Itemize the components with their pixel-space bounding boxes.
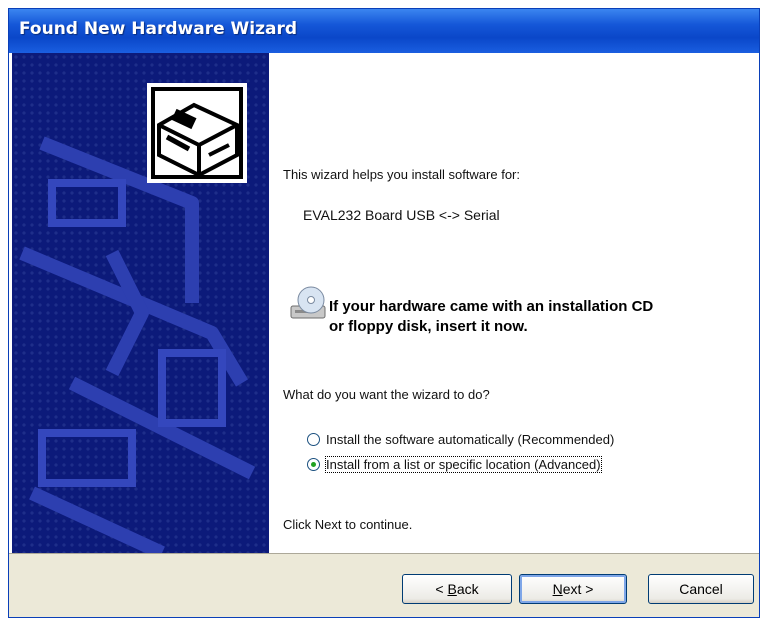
back-button-rest: ack bbox=[456, 581, 479, 597]
option-label-automatic[interactable]: Install the software automatically (Reco… bbox=[326, 432, 614, 447]
wizard-footer: < Back Next > Cancel bbox=[9, 553, 759, 617]
device-name: EVAL232 Board USB <-> Serial bbox=[303, 207, 500, 223]
question-text: What do you want the wizard to do? bbox=[283, 387, 490, 402]
radio-install-from-list[interactable] bbox=[307, 458, 320, 471]
window-title: Found New Hardware Wizard bbox=[19, 19, 298, 39]
cd-drive-icon bbox=[289, 284, 329, 324]
title-bar[interactable]: Found New Hardware Wizard bbox=[9, 9, 759, 53]
option-install-automatically[interactable]: Install the software automatically (Reco… bbox=[307, 432, 614, 447]
hardware-install-icon bbox=[147, 83, 247, 183]
back-button-accel: B bbox=[447, 581, 457, 597]
next-button-rest: ext > bbox=[562, 581, 594, 597]
back-button[interactable]: < Back bbox=[402, 574, 512, 604]
option-install-from-list[interactable]: Install from a list or specific location… bbox=[307, 456, 602, 473]
wizard-content: This wizard helps you install software f… bbox=[277, 53, 759, 553]
radio-install-automatically[interactable] bbox=[307, 433, 320, 446]
continue-hint: Click Next to continue. bbox=[283, 517, 413, 532]
wizard-banner bbox=[12, 53, 269, 553]
cd-notice-line2: or floppy disk, insert it now. bbox=[329, 318, 528, 335]
cd-notice: If your hardware came with an installati… bbox=[329, 297, 653, 337]
option-label-advanced[interactable]: Install from a list or specific location… bbox=[325, 456, 602, 473]
next-button[interactable]: Next > bbox=[519, 574, 627, 604]
next-button-accel: N bbox=[552, 581, 563, 597]
cd-notice-line1: If your hardware came with an installati… bbox=[329, 298, 654, 315]
intro-text: This wizard helps you install software f… bbox=[283, 167, 520, 182]
wizard-window: Found New Hardware Wizard This wizard he… bbox=[8, 8, 760, 618]
cancel-button[interactable]: Cancel bbox=[648, 574, 754, 604]
back-button-prefix: < bbox=[435, 581, 448, 597]
